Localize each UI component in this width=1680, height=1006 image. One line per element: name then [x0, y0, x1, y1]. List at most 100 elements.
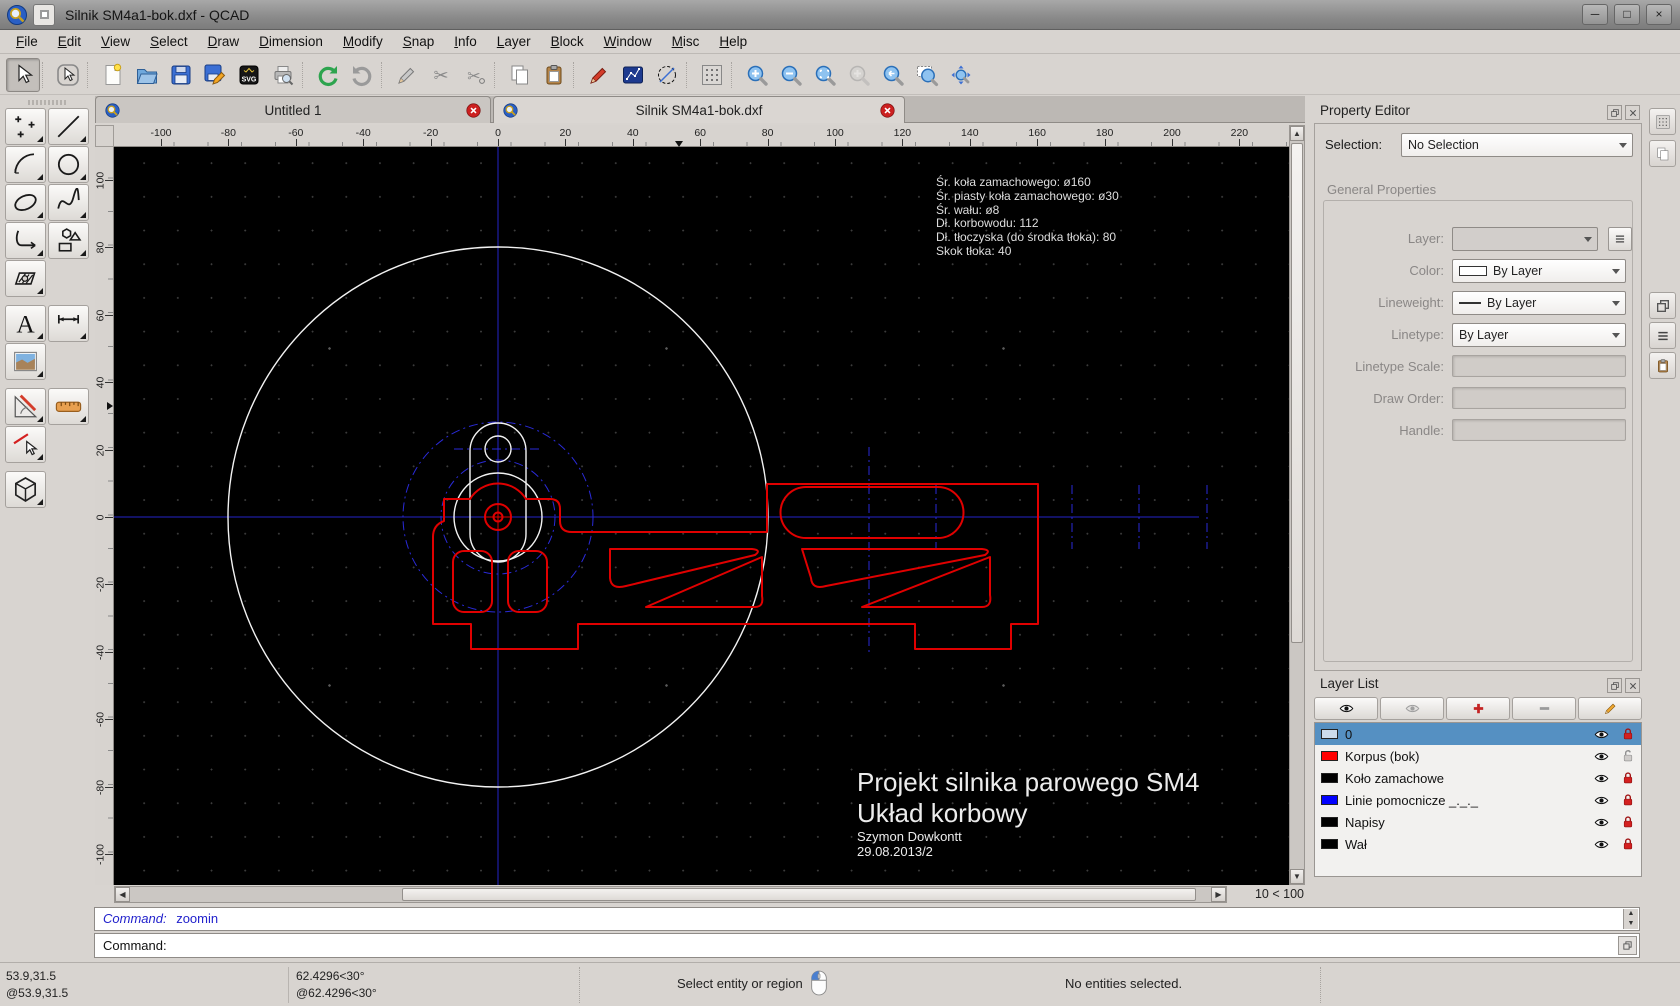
command-input[interactable]: Command:	[94, 933, 1640, 958]
paste-button[interactable]	[537, 58, 571, 92]
circle-tool-button[interactable]	[48, 146, 89, 183]
edit-layer-button[interactable]	[1578, 697, 1642, 720]
modify-properties-button[interactable]	[582, 58, 616, 92]
command-history-scroll[interactable]: ▲▼	[1623, 909, 1638, 929]
drawing-canvas[interactable]: Śr. koła zamachowego: ø160Śr. piasty koł…	[114, 147, 1289, 885]
add-layer-button[interactable]	[1446, 697, 1510, 720]
menu-select[interactable]: Select	[140, 31, 198, 52]
tab-silnik-sm4a1-bok-dxf[interactable]: Silnik SM4a1-bok.dxf	[493, 96, 905, 123]
deselect-all-button[interactable]	[51, 58, 85, 92]
maximize-button[interactable]: □	[1614, 4, 1640, 25]
palette-drag-handle[interactable]	[28, 100, 68, 105]
horizontal-scroll-thumb[interactable]	[402, 888, 1196, 901]
block-list-toggle-button[interactable]	[1649, 108, 1676, 135]
scroll-up-arrow[interactable]: ▲	[1290, 126, 1304, 141]
zoom-window-button[interactable]	[910, 58, 944, 92]
arc-tool-button[interactable]	[5, 146, 46, 183]
measure-tool-button[interactable]	[5, 388, 46, 425]
copy-button[interactable]	[503, 58, 537, 92]
grid-toggle-button[interactable]	[695, 58, 729, 92]
menu-dimension[interactable]: Dimension	[249, 31, 333, 52]
cut-with-reference-button[interactable]	[458, 58, 492, 92]
layer-row-napisy[interactable]: Napisy	[1315, 811, 1641, 833]
menu-draw[interactable]: Draw	[198, 31, 250, 52]
menu-edit[interactable]: Edit	[48, 31, 91, 52]
scroll-left-arrow[interactable]: ◀	[115, 887, 130, 902]
layer-row-wał[interactable]: Wał	[1315, 833, 1641, 855]
menu-snap[interactable]: Snap	[393, 31, 445, 52]
modify-tool-button[interactable]	[5, 426, 46, 463]
menu-window[interactable]: Window	[594, 31, 662, 52]
command-line-toggle-button[interactable]	[1649, 352, 1676, 379]
layer-list-button[interactable]	[1608, 227, 1632, 251]
property-combo-layer[interactable]	[1452, 227, 1598, 251]
property-combo-linetype[interactable]: By Layer	[1452, 323, 1626, 347]
image-tool-button[interactable]	[5, 343, 46, 380]
previous-view-button[interactable]	[876, 58, 910, 92]
print-preview-button[interactable]	[266, 58, 300, 92]
tab-close-button[interactable]	[465, 102, 482, 119]
menu-layer[interactable]: Layer	[487, 31, 541, 52]
show-all-layers-button[interactable]	[1314, 697, 1378, 720]
library-browser-toggle-button[interactable]	[1649, 140, 1676, 167]
save-button[interactable]	[164, 58, 198, 92]
property-input-draw-order[interactable]	[1452, 387, 1626, 409]
property-combo-lineweight[interactable]: By Layer	[1452, 291, 1626, 315]
layer-list-toggle-button[interactable]	[1649, 322, 1676, 349]
property-editor-toggle-button[interactable]	[1649, 292, 1676, 319]
vertical-scroll-thumb[interactable]	[1291, 143, 1303, 643]
minimize-button[interactable]: ─	[1582, 4, 1608, 25]
remove-layer-button[interactable]	[1512, 697, 1576, 720]
auto-zoom-button[interactable]	[808, 58, 842, 92]
menu-info[interactable]: Info	[444, 31, 487, 52]
pan-button[interactable]	[944, 58, 978, 92]
undo-button[interactable]	[311, 58, 345, 92]
spline-tool-button[interactable]	[48, 184, 89, 221]
cut-button[interactable]	[424, 58, 458, 92]
menu-misc[interactable]: Misc	[662, 31, 710, 52]
menu-modify[interactable]: Modify	[333, 31, 393, 52]
property-input-linetype-scale[interactable]	[1452, 355, 1626, 377]
vertical-scrollbar[interactable]: ▲ ▼	[1289, 125, 1305, 885]
layer-list-close-button[interactable]	[1625, 678, 1640, 693]
ellipse-tool-button[interactable]	[650, 58, 684, 92]
menu-view[interactable]: View	[91, 31, 140, 52]
layer-list-float-button[interactable]	[1607, 678, 1622, 693]
polyline-tool-button[interactable]	[616, 58, 650, 92]
polyline-tool-button[interactable]	[5, 222, 46, 259]
line-tool-button[interactable]	[48, 108, 89, 145]
points-tool-button[interactable]	[5, 108, 46, 145]
property-editor-float-button[interactable]	[1607, 105, 1622, 120]
zoom-in-button[interactable]	[740, 58, 774, 92]
close-button[interactable]: ×	[1646, 4, 1672, 25]
ellipse-tool-button[interactable]	[5, 184, 46, 221]
layer-row-koło-zamachowe[interactable]: Koło zamachowe	[1315, 767, 1641, 789]
select-tool-button[interactable]	[6, 58, 40, 92]
hide-all-layers-button[interactable]	[1380, 697, 1444, 720]
dimension-tool-button[interactable]	[48, 305, 89, 342]
layer-row-0[interactable]: 0	[1315, 723, 1641, 745]
redo-button[interactable]	[345, 58, 379, 92]
save-as-button[interactable]	[198, 58, 232, 92]
scroll-right-arrow[interactable]: ▶	[1211, 887, 1226, 902]
zoom-out-button[interactable]	[774, 58, 808, 92]
command-options-button[interactable]	[1618, 936, 1637, 955]
tab-untitled-1[interactable]: Untitled 1	[95, 96, 491, 123]
hatch-tool-button[interactable]	[5, 260, 46, 297]
edit-pencil-button[interactable]	[390, 58, 424, 92]
export-svg-button[interactable]	[232, 58, 266, 92]
shapes-tool-button[interactable]	[48, 222, 89, 259]
text-tool-button[interactable]	[5, 305, 46, 342]
window-titlebar[interactable]: Silnik SM4a1-bok.dxf - QCAD ─ □ ×	[0, 0, 1680, 30]
horizontal-scrollbar[interactable]: ◀ ▶	[114, 886, 1227, 903]
zoom-selection-button[interactable]	[842, 58, 876, 92]
scroll-down-arrow[interactable]: ▼	[1290, 869, 1304, 884]
menu-block[interactable]: Block	[541, 31, 594, 52]
menu-file[interactable]: File	[6, 31, 48, 52]
new-file-button[interactable]	[96, 58, 130, 92]
layer-row-linie-pomocnicze-[interactable]: Linie pomocnicze _._._	[1315, 789, 1641, 811]
property-editor-close-button[interactable]	[1625, 105, 1640, 120]
solid-tool-button[interactable]	[5, 471, 46, 508]
menu-help[interactable]: Help	[709, 31, 757, 52]
ruler-tool-button[interactable]	[48, 388, 89, 425]
